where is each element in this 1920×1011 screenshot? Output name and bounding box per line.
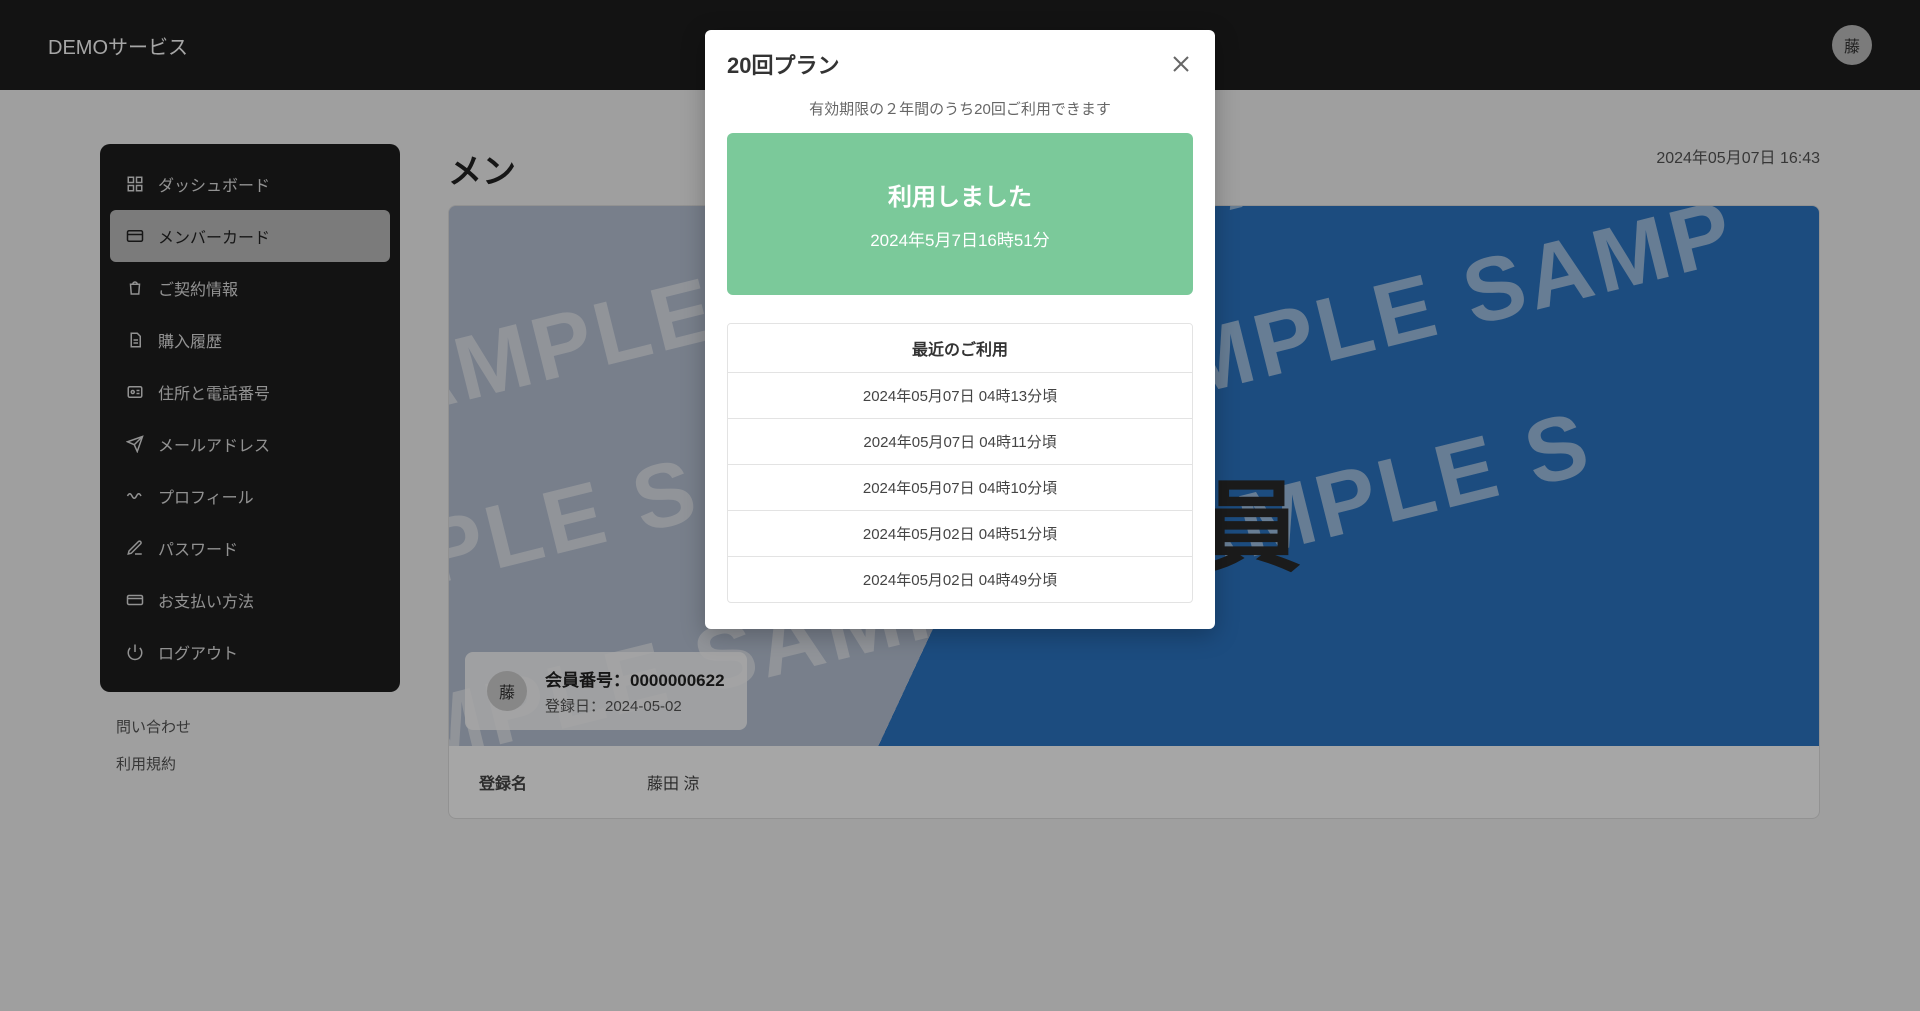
modal-body: 有効期限の２年間のうち20回ご利用できます 利用しました 2024年5月7日16… bbox=[705, 90, 1215, 629]
usage-row: 2024年05月02日 04時49分頃 bbox=[728, 557, 1192, 602]
plan-modal: 20回プラン 有効期限の２年間のうち20回ご利用できます 利用しました 2024… bbox=[705, 30, 1215, 629]
modal-title: 20回プラン bbox=[727, 48, 839, 80]
modal-head: 20回プラン bbox=[705, 30, 1215, 90]
usage-row: 2024年05月07日 04時11分頃 bbox=[728, 419, 1192, 465]
usage-header: 最近のご利用 bbox=[728, 324, 1192, 373]
success-title: 利用しました bbox=[739, 177, 1181, 212]
close-icon[interactable] bbox=[1169, 52, 1193, 76]
usage-list: 最近のご利用 2024年05月07日 04時13分頃 2024年05月07日 0… bbox=[727, 323, 1193, 603]
usage-row: 2024年05月07日 04時13分頃 bbox=[728, 373, 1192, 419]
success-time: 2024年5月7日16時51分 bbox=[739, 226, 1181, 251]
modal-description: 有効期限の２年間のうち20回ご利用できます bbox=[727, 98, 1193, 119]
success-box: 利用しました 2024年5月7日16時51分 bbox=[727, 133, 1193, 295]
usage-row: 2024年05月07日 04時10分頃 bbox=[728, 465, 1192, 511]
modal-overlay[interactable]: 20回プラン 有効期限の２年間のうち20回ご利用できます 利用しました 2024… bbox=[0, 0, 1920, 1011]
usage-row: 2024年05月02日 04時51分頃 bbox=[728, 511, 1192, 557]
